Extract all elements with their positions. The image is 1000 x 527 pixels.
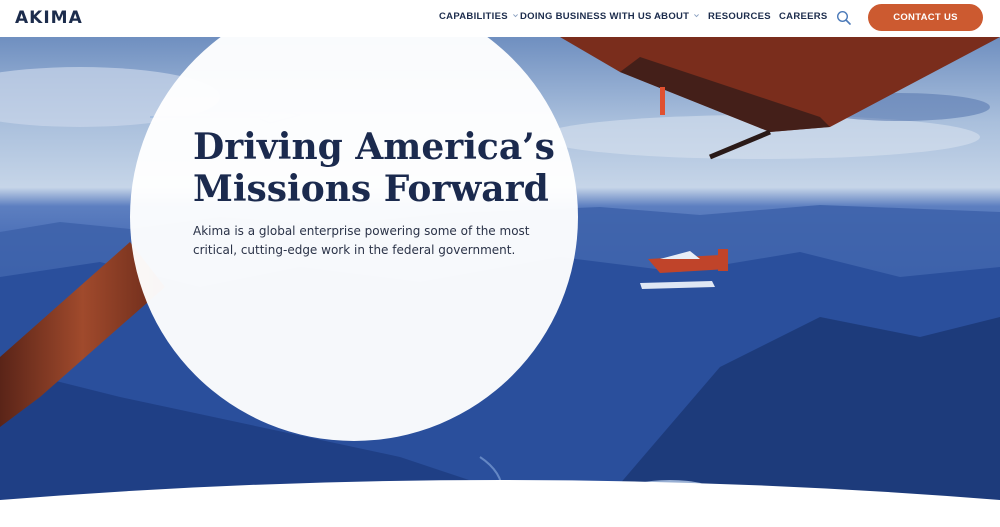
- hero-bottom-curve: [0, 480, 1000, 527]
- nav-about-label: ABOUT: [654, 11, 690, 22]
- hero-section: [0, 37, 1000, 507]
- nav-resources[interactable]: RESOURCES: [708, 11, 771, 22]
- site-header: AKIMA CAPABILITIES DOING BUSINESS WITH U…: [0, 0, 1000, 37]
- nav-doing-business-label: DOING BUSINESS WITH US: [520, 11, 652, 22]
- hero-title-line-1: Driving America’s: [193, 126, 555, 168]
- nav-resources-label: RESOURCES: [708, 11, 771, 22]
- hero-title: Driving America’s Missions Forward: [193, 126, 573, 210]
- nav-capabilities-label: CAPABILITIES: [439, 11, 508, 22]
- search-icon[interactable]: [836, 10, 852, 26]
- nav-careers-label: CAREERS: [779, 11, 828, 22]
- hero-title-line-2: Missions Forward: [193, 168, 549, 210]
- nav-doing-business[interactable]: DOING BUSINESS WITH US: [520, 11, 663, 22]
- nav-capabilities[interactable]: CAPABILITIES: [439, 11, 519, 22]
- nav-about[interactable]: ABOUT: [654, 11, 700, 22]
- nav-careers[interactable]: CAREERS: [779, 11, 828, 22]
- hero-subtitle: Akima is a global enterprise powering so…: [193, 224, 530, 257]
- akima-logo[interactable]: AKIMA: [15, 8, 83, 28]
- chevron-down-icon: [512, 14, 518, 18]
- contact-us-button[interactable]: CONTACT US: [868, 4, 983, 31]
- chevron-down-icon: [694, 14, 700, 18]
